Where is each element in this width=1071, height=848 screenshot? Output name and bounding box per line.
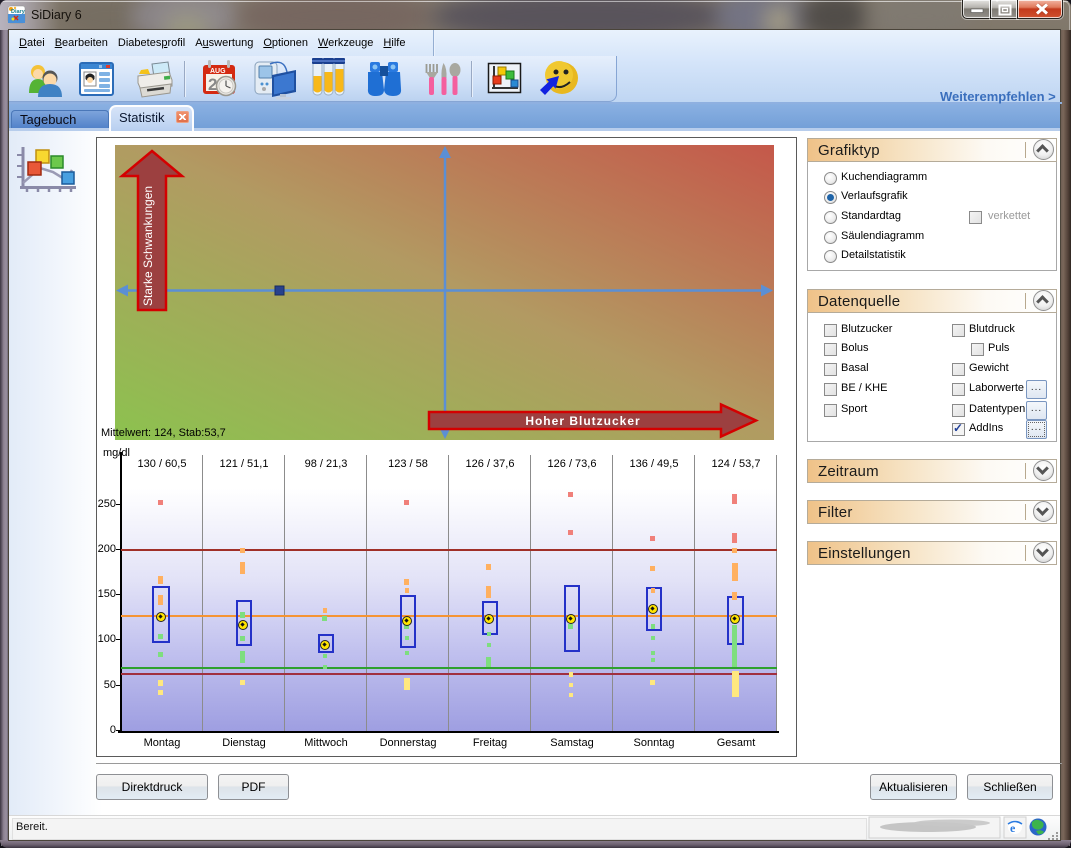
- svg-text:AUG: AUG: [210, 68, 226, 75]
- svg-text:Diary: Diary: [11, 9, 26, 15]
